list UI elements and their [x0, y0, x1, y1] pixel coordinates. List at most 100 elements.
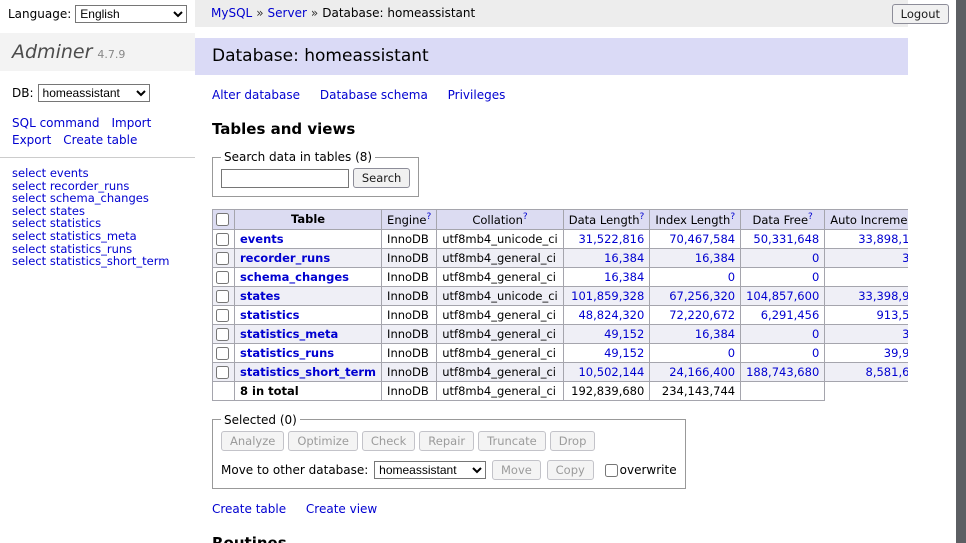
move-db-select[interactable]: homeassistant: [374, 461, 486, 479]
database-schema-link[interactable]: Database schema: [320, 88, 428, 102]
sql-command-link[interactable]: SQL command: [12, 116, 99, 130]
data-free-link[interactable]: 0: [812, 327, 819, 341]
data-free-link[interactable]: 0: [812, 270, 819, 284]
scrollbar-thumb[interactable]: [956, 0, 966, 543]
db-select[interactable]: homeassistant: [38, 84, 150, 102]
table-name-link[interactable]: statistics_short_term: [240, 365, 376, 379]
table-name-link[interactable]: statistics_meta: [240, 327, 338, 341]
data-free-link[interactable]: 0: [812, 251, 819, 265]
privileges-link[interactable]: Privileges: [448, 88, 506, 102]
table-search-input[interactable]: [221, 169, 349, 188]
column-help-link[interactable]: ?: [730, 212, 735, 222]
overwrite-option[interactable]: overwrite: [605, 463, 677, 477]
sidebar-table-link[interactable]: select schema_changes: [12, 192, 195, 205]
data-length-link[interactable]: 16,384: [604, 251, 644, 265]
auto-increment-link[interactable]: 325: [902, 327, 908, 341]
auto-increment-link[interactable]: 39,999: [884, 346, 908, 360]
column-help-link[interactable]: ?: [640, 212, 645, 222]
data-free-link[interactable]: 188,743,680: [746, 365, 819, 379]
row-checkbox[interactable]: [216, 309, 229, 322]
data-length-link[interactable]: 48,824,320: [578, 308, 644, 322]
data-free-link[interactable]: 6,291,456: [761, 308, 820, 322]
sidebar-table-link[interactable]: select events: [12, 167, 195, 180]
auto-increment-link[interactable]: 378: [902, 251, 908, 265]
copy-button[interactable]: Copy: [547, 460, 594, 480]
column-header-data-length: Data Length?: [563, 210, 650, 230]
adminer-logo[interactable]: Adminer4.7.9: [0, 33, 195, 71]
index-length-link[interactable]: 0: [728, 270, 735, 284]
table-name-link[interactable]: recorder_runs: [240, 251, 330, 265]
row-checkbox[interactable]: [216, 328, 229, 341]
overwrite-checkbox[interactable]: [605, 464, 618, 477]
auto-increment-link[interactable]: 913,577: [876, 308, 908, 322]
index-length-link[interactable]: 70,467,584: [669, 232, 735, 246]
row-checkbox[interactable]: [216, 347, 229, 360]
create-table-link[interactable]: Create table: [212, 502, 286, 516]
breadcrumb-driver-link[interactable]: MySQL: [211, 6, 252, 20]
row-checkbox[interactable]: [216, 290, 229, 303]
drop-button[interactable]: Drop: [550, 431, 596, 451]
data-free-cell: 0: [741, 248, 825, 267]
data-free-link[interactable]: 50,331,648: [753, 232, 819, 246]
import-link[interactable]: Import: [111, 116, 151, 130]
table-name-link[interactable]: statistics: [240, 308, 300, 322]
column-header-index-length: Index Length?: [650, 210, 741, 230]
vertical-scrollbar[interactable]: [956, 0, 966, 543]
breadcrumb-server-link[interactable]: Server: [268, 6, 307, 20]
table-name-link[interactable]: schema_changes: [240, 270, 349, 284]
sidebar-table-link[interactable]: select statistics_short_term: [12, 255, 195, 268]
index-length-link[interactable]: 72,220,672: [669, 308, 735, 322]
move-button[interactable]: Move: [492, 460, 541, 480]
column-header-table: Table: [235, 210, 382, 230]
data-free-link[interactable]: 104,857,600: [746, 289, 819, 303]
logout-area: Logout: [892, 4, 949, 24]
table-name-link[interactable]: events: [240, 232, 284, 246]
column-help-link[interactable]: ?: [523, 212, 528, 222]
language-select[interactable]: English: [75, 5, 187, 23]
index-length-link[interactable]: 67,256,320: [669, 289, 735, 303]
index-length-link[interactable]: 16,384: [695, 327, 735, 341]
create-view-link[interactable]: Create view: [306, 502, 377, 516]
row-checkbox[interactable]: [216, 271, 229, 284]
index-length-cell: 24,166,400: [650, 362, 741, 381]
row-checkbox[interactable]: [216, 233, 229, 246]
logout-button[interactable]: Logout: [892, 4, 949, 24]
data-length-link[interactable]: 49,152: [604, 327, 644, 341]
data-free-link[interactable]: 0: [812, 346, 819, 360]
select-all-checkbox[interactable]: [216, 213, 229, 226]
table-name-link[interactable]: statistics_runs: [240, 346, 334, 360]
column-help-link[interactable]: ?: [426, 212, 431, 222]
data-length-link[interactable]: 101,859,328: [571, 289, 644, 303]
index-length-link[interactable]: 16,384: [695, 251, 735, 265]
auto-increment-link[interactable]: 8,581,645: [866, 365, 908, 379]
index-length-link[interactable]: 24,166,400: [669, 365, 735, 379]
data-free-cell: 104,857,600: [741, 286, 825, 305]
move-label: Move to other database:: [221, 463, 368, 477]
row-checkbox[interactable]: [216, 252, 229, 265]
create-table-sidebar-link[interactable]: Create table: [63, 133, 137, 147]
analyze-button[interactable]: Analyze: [221, 431, 284, 451]
tables-head-row: TableEngine?Collation?Data Length?Index …: [213, 210, 909, 230]
row-select-cell: [213, 229, 235, 248]
total-index-length-cell: 234,143,744: [650, 381, 741, 400]
check-button[interactable]: Check: [362, 431, 415, 451]
truncate-button[interactable]: Truncate: [478, 431, 546, 451]
language-label: Language:: [8, 7, 71, 21]
row-checkbox[interactable]: [216, 366, 229, 379]
auto-increment-link[interactable]: 33,398,984: [858, 289, 908, 303]
export-link[interactable]: Export: [12, 133, 51, 147]
index-length-link[interactable]: 0: [728, 346, 735, 360]
table-name-link[interactable]: states: [240, 289, 280, 303]
sidebar-table-link[interactable]: select statistics_meta: [12, 230, 195, 243]
data-length-link[interactable]: 16,384: [604, 270, 644, 284]
search-button[interactable]: Search: [353, 168, 411, 188]
index-length-cell: 72,220,672: [650, 305, 741, 324]
alter-database-link[interactable]: Alter database: [212, 88, 300, 102]
repair-button[interactable]: Repair: [419, 431, 474, 451]
optimize-button[interactable]: Optimize: [288, 431, 358, 451]
data-length-link[interactable]: 10,502,144: [578, 365, 644, 379]
data-length-link[interactable]: 31,522,816: [578, 232, 644, 246]
auto-increment-link[interactable]: 33,898,196: [858, 232, 908, 246]
data-length-link[interactable]: 49,152: [604, 346, 644, 360]
column-help-link[interactable]: ?: [808, 212, 813, 222]
